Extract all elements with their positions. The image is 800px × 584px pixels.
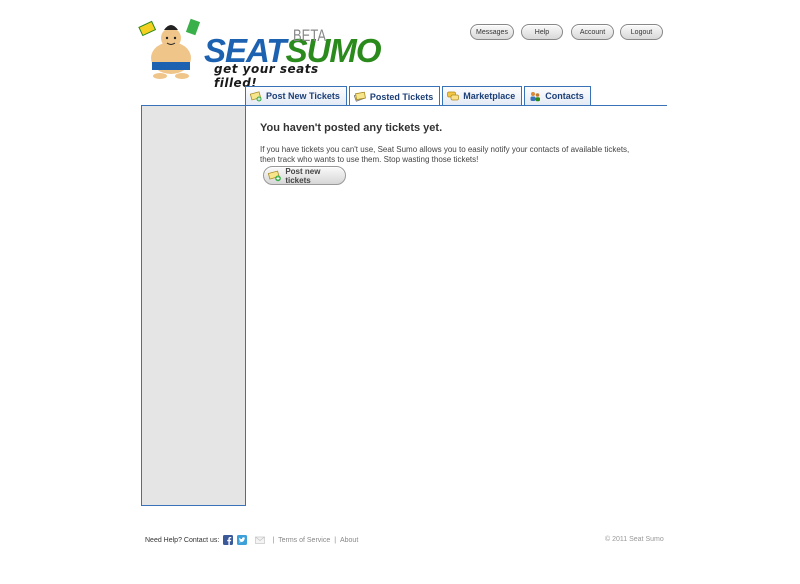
ticket-add-icon [250, 90, 262, 101]
facebook-icon[interactable] [223, 535, 234, 545]
account-button[interactable]: Account [571, 24, 614, 40]
twitter-icon[interactable] [237, 535, 248, 545]
tab-label: Post New Tickets [266, 91, 340, 101]
seatsumo-logo[interactable]: SEATSUMO BETA get your seats filled! [138, 14, 382, 90]
logout-button[interactable]: Logout [620, 24, 663, 40]
copyright: © 2011 Seat Sumo [605, 536, 664, 543]
post-new-tickets-label: Post new tickets [285, 166, 321, 185]
speech-bubbles-icon [447, 91, 460, 100]
tab-contacts[interactable]: Contacts [524, 86, 591, 105]
tab-post-new-tickets[interactable]: Post New Tickets [245, 86, 347, 105]
empty-state-description: If you have tickets you can't use, Seat … [260, 145, 630, 164]
help-button[interactable]: Help [521, 24, 563, 40]
sumo-mascot-icon [138, 18, 201, 79]
sidebar [141, 105, 246, 506]
terms-of-service-link[interactable]: Terms of Service [278, 537, 330, 544]
footer-links: | Terms of Service | About [271, 537, 359, 544]
about-link[interactable]: About [340, 537, 358, 544]
footer-separator: | [272, 536, 275, 544]
empty-state-heading: You haven't posted any tickets yet. [260, 122, 443, 134]
ticket-add-icon [268, 170, 281, 181]
beta-badge: BETA [293, 26, 326, 45]
email-icon[interactable] [255, 535, 266, 545]
empty-state: You haven't posted any tickets yet. If y… [260, 122, 650, 165]
tab-label: Posted Tickets [369, 91, 434, 102]
footer-contact: Need Help? Contact us: | Terms of Servic… [145, 535, 359, 545]
tab-label: Marketplace [463, 91, 516, 101]
top-nav: Messages Help Account Logout [470, 24, 663, 40]
tab-label: Contacts [545, 91, 584, 101]
main-tabs: Post New Tickets Posted Tickets Marketpl… [245, 86, 593, 106]
people-icon [530, 91, 541, 101]
footer-separator: | [334, 536, 337, 544]
need-help-text: Need Help? Contact us: [145, 536, 220, 544]
tickets-icon [353, 91, 366, 102]
tab-posted-tickets[interactable]: Posted Tickets [348, 86, 441, 106]
tab-marketplace[interactable]: Marketplace [442, 86, 523, 105]
post-new-tickets-button[interactable]: Post new tickets [263, 166, 346, 185]
messages-button[interactable]: Messages [470, 24, 514, 40]
